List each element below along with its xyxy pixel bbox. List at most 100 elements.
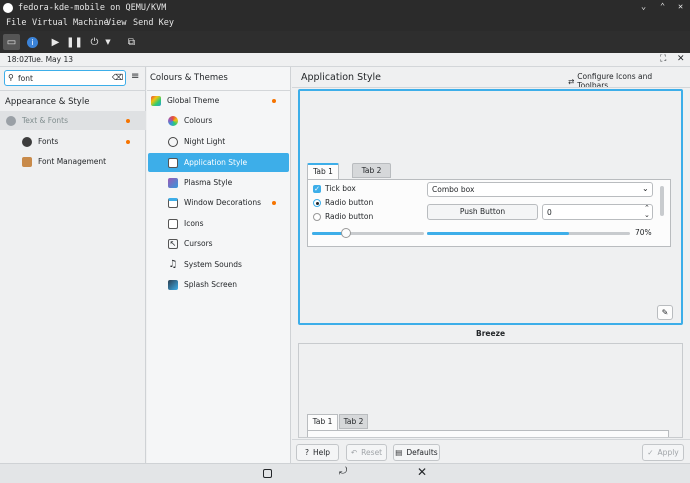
menu-view[interactable]: View bbox=[106, 18, 126, 28]
power-menu-chevron-icon[interactable]: ▼ bbox=[103, 34, 113, 50]
sidebar-item-text-fonts[interactable]: Text & Fonts bbox=[0, 111, 146, 130]
run-icon[interactable]: ▶ bbox=[47, 34, 64, 50]
vm-toolbar: ▭ i ▶ ❚❚ ⏻ ▼ ⧉ bbox=[0, 31, 690, 53]
font-management-icon bbox=[22, 156, 32, 167]
app-icon bbox=[3, 3, 13, 13]
sidebar-item-label: Application Style bbox=[184, 158, 248, 167]
apply-button[interactable]: ✓ Apply bbox=[642, 444, 684, 461]
sidebar-item-window-decorations[interactable]: Window Decorations bbox=[147, 193, 291, 212]
power-icon[interactable]: ⏻ bbox=[86, 34, 103, 50]
console-icon[interactable]: ▭ bbox=[3, 34, 20, 50]
divider bbox=[292, 87, 690, 88]
spin-box-value: 0 bbox=[547, 208, 552, 217]
pause-icon[interactable]: ❚❚ bbox=[66, 34, 83, 50]
search-icon: ⚲ bbox=[8, 73, 14, 82]
changed-badge bbox=[126, 119, 130, 123]
menu-send-key[interactable]: Send Key bbox=[133, 18, 174, 28]
style-preview[interactable]: Tab 1 Tab 2 bbox=[298, 343, 683, 438]
tab-2[interactable]: Tab 2 bbox=[352, 163, 391, 178]
rotate-icon[interactable]: ⤾ bbox=[339, 466, 347, 477]
guest-top-panel: 18:02 Tue. May 13 ⛶ ✕ bbox=[0, 53, 690, 67]
reset-icon: ↶ bbox=[350, 448, 358, 457]
sidebar-item-label: Night Light bbox=[184, 137, 226, 146]
style-preview-selected[interactable]: Tab 1 Tab 2 ✓ Tick box Radio button Radi… bbox=[298, 89, 683, 325]
maximize-icon[interactable]: ⌃ bbox=[660, 2, 665, 12]
hamburger-menu-icon[interactable]: ≡ bbox=[131, 71, 139, 82]
chevron-down-icon: ⌄ bbox=[642, 184, 649, 193]
sidebar-item-label: System Sounds bbox=[184, 260, 242, 269]
sidebar-item-night-light[interactable]: Night Light bbox=[147, 132, 291, 151]
decrement-icon[interactable]: ⌄ bbox=[644, 211, 650, 219]
help-button[interactable]: ? Help bbox=[296, 444, 339, 461]
checkbox-checked[interactable]: ✓ bbox=[313, 185, 321, 193]
colours-icon bbox=[168, 115, 178, 126]
changed-badge bbox=[126, 140, 130, 144]
changed-badge bbox=[272, 99, 276, 103]
reset-button[interactable]: ↶ Reset bbox=[346, 444, 387, 461]
tab-1[interactable]: Tab 1 bbox=[307, 414, 338, 430]
night-light-icon bbox=[168, 136, 178, 147]
sidebar-item-application-style[interactable]: Application Style bbox=[148, 153, 289, 172]
music-note-icon: ♫ bbox=[168, 258, 178, 270]
checkbox-label: Tick box bbox=[325, 184, 356, 193]
guest-navigation-bar: ⤾ ✕ bbox=[0, 463, 690, 483]
spin-box[interactable]: 0 ⌃ ⌄ bbox=[542, 204, 653, 220]
clock-date: Tue. May 13 bbox=[28, 55, 74, 64]
global-theme-icon bbox=[151, 95, 161, 106]
clear-search-icon[interactable]: ⌫ bbox=[112, 73, 123, 82]
menubar: File Virtual Machine View Send Key bbox=[0, 16, 690, 31]
snapshot-icon[interactable]: ⧉ bbox=[123, 34, 140, 50]
menu-file[interactable]: File bbox=[6, 18, 26, 28]
sidebar-item-fonts[interactable]: Fonts bbox=[0, 132, 146, 151]
sidebar-item-colours[interactable]: Colours bbox=[147, 111, 291, 130]
close-icon[interactable]: ✕ bbox=[678, 2, 683, 12]
sidebar-item-label: Plasma Style bbox=[184, 178, 233, 187]
radio-label: Radio button bbox=[325, 212, 374, 221]
window-decorations-icon bbox=[168, 197, 178, 208]
sidebar-item-splash-screen[interactable]: Splash Screen bbox=[147, 275, 291, 294]
minimize-icon[interactable]: ⌄ bbox=[641, 2, 646, 12]
sidebar-item-label: Global Theme bbox=[167, 96, 220, 105]
sidebar-item-system-sounds[interactable]: ♫ System Sounds bbox=[147, 255, 291, 274]
close-icon[interactable]: ✕ bbox=[417, 465, 427, 479]
content-panel: Application Style ⇄ Configure Icons and … bbox=[292, 67, 690, 463]
menu-virtual-machine[interactable]: Virtual Machine bbox=[32, 18, 109, 28]
close-icon[interactable]: ✕ bbox=[677, 54, 685, 64]
tab-1[interactable]: Tab 1 bbox=[307, 163, 339, 179]
overview-icon[interactable] bbox=[263, 469, 272, 478]
combo-box[interactable]: Combo box ⌄ bbox=[427, 182, 653, 197]
progress-bar bbox=[427, 232, 630, 235]
window-titlebar: fedora-kde-mobile on QEMU/KVM ⌄ ⌃ ✕ bbox=[0, 0, 690, 16]
application-style-icon bbox=[168, 157, 178, 168]
defaults-icon: ▤ bbox=[395, 448, 403, 457]
defaults-button[interactable]: ▤ Defaults bbox=[393, 444, 440, 461]
progress-text: 70% bbox=[635, 228, 652, 237]
tab-2[interactable]: Tab 2 bbox=[339, 414, 368, 429]
push-button[interactable]: Push Button bbox=[427, 204, 538, 220]
sidebar-item-label: Cursors bbox=[184, 239, 213, 248]
slider[interactable] bbox=[312, 228, 424, 238]
scrollbar[interactable] bbox=[660, 186, 664, 216]
plasma-style-icon bbox=[168, 177, 178, 188]
sidebar-item-plasma-style[interactable]: Plasma Style bbox=[147, 173, 291, 192]
edit-icon[interactable]: ✎ bbox=[657, 305, 673, 320]
sidebar-item-label: Splash Screen bbox=[184, 280, 238, 289]
fullscreen-icon[interactable]: ⛶ bbox=[660, 54, 666, 64]
sidebar-item-label: Icons bbox=[184, 219, 204, 228]
slider-handle[interactable] bbox=[340, 228, 351, 238]
divider bbox=[0, 90, 146, 91]
sidebar-item-icons[interactable]: Icons bbox=[147, 214, 291, 233]
sidebar-middle: Colours & Themes Global Theme Colours Ni… bbox=[147, 67, 291, 463]
info-icon[interactable]: i bbox=[24, 34, 41, 50]
category-heading: Colours & Themes bbox=[150, 73, 228, 83]
sidebar-item-cursors[interactable]: ↖ Cursors bbox=[147, 234, 291, 253]
apply-icon: ✓ bbox=[647, 448, 654, 457]
sidebar-item-label: Colours bbox=[184, 116, 213, 125]
sidebar-item-font-management[interactable]: Font Management bbox=[0, 152, 146, 171]
fonts-icon bbox=[22, 136, 32, 147]
search-input[interactable]: ⚲ font ⌫ bbox=[4, 70, 126, 86]
radio-unselected[interactable] bbox=[313, 213, 321, 221]
style-name-label: Breeze bbox=[476, 329, 506, 338]
radio-selected[interactable] bbox=[313, 199, 321, 207]
sidebar-item-global-theme[interactable]: Global Theme bbox=[147, 91, 291, 110]
